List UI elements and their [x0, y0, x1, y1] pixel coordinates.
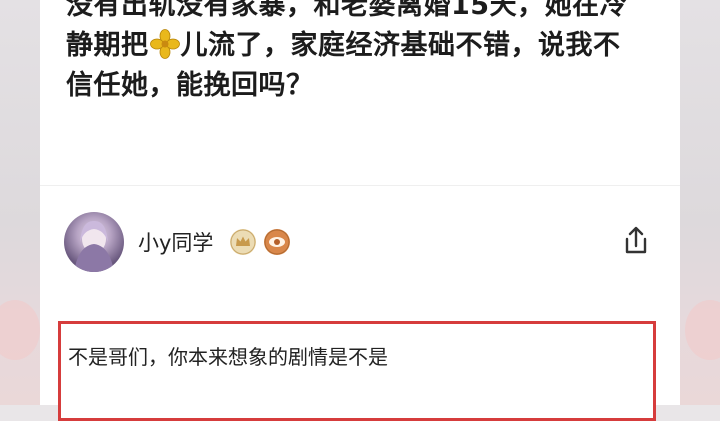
post-card: 没有出轨没有家暴，和老婆离婚15天，她在冷 静期把 儿流了，家庭经济基础不错，说… — [40, 0, 680, 421]
answer-text: 不是哥们，你本来想象的剧情是不是 — [68, 345, 388, 369]
section-divider — [40, 185, 680, 186]
share-icon[interactable] — [618, 223, 654, 259]
post-line-1: 没有出轨没有家暴，和老婆离婚15天，她在冷 — [66, 0, 628, 21]
blurred-background-left — [0, 0, 40, 405]
eye-badge-icon — [264, 229, 290, 255]
post-question-text: 没有出轨没有家暴，和老婆离婚15天，她在冷 静期把 儿流了，家庭经济基础不错，说… — [66, 0, 666, 106]
post-line-3: 信任她，能挽回吗？ — [66, 70, 314, 101]
rank-badge-icon — [230, 229, 256, 255]
avatar[interactable] — [64, 212, 124, 272]
avatar-image — [74, 220, 114, 272]
blurred-background-right — [680, 0, 720, 405]
highlight-box — [58, 321, 656, 421]
post-line-2-start: 静期把 — [66, 30, 149, 61]
author-name[interactable]: 小y同学 — [138, 227, 213, 257]
post-line-2: 静期把 儿流了，家庭经济基础不错，说我不 — [66, 26, 666, 66]
post-line-2-end: 儿流了，家庭经济基础不错，说我不 — [180, 30, 621, 61]
flower-icon — [149, 29, 180, 59]
